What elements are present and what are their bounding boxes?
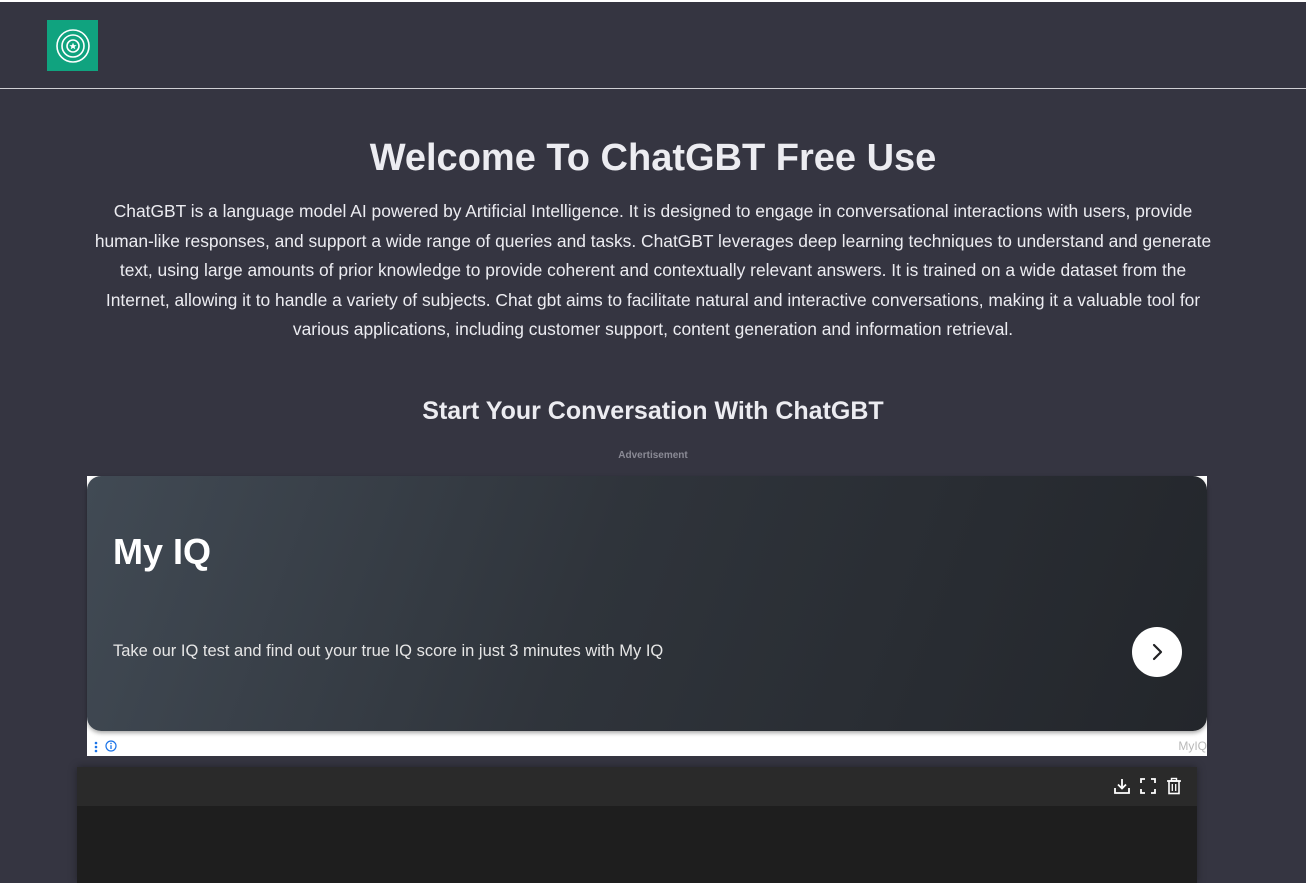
download-icon[interactable] [1113,777,1131,795]
info-icon[interactable] [105,740,117,752]
chat-toolbar [77,767,1197,806]
page-title: Welcome To ChatGBT Free Use [369,137,937,179]
ad-heading: My IQ [113,531,212,572]
top-navbar [0,0,1306,89]
chevron-right-icon [1152,643,1163,661]
chatgbt-logo-icon[interactable] [47,20,98,71]
ad-cta-button[interactable] [1132,627,1182,677]
ad-description: Take our IQ test and find out your true … [113,642,664,660]
advertisement-frame: My IQ Take our IQ test and find out your… [87,476,1207,756]
fullscreen-icon[interactable] [1139,777,1157,795]
intro-paragraph: ChatGBT is a language model AI powered b… [94,201,1212,339]
vertical-dots-icon[interactable] [94,741,98,755]
conversation-heading: Start Your Conversation With ChatGBT [422,397,884,425]
trash-icon[interactable] [1165,777,1183,795]
chat-panel [77,767,1197,883]
advertisement-label: Advertisement [618,450,688,461]
ad-card[interactable]: My IQ Take our IQ test and find out your… [87,476,1207,731]
ad-brand-label: MyIQ [1178,739,1207,753]
